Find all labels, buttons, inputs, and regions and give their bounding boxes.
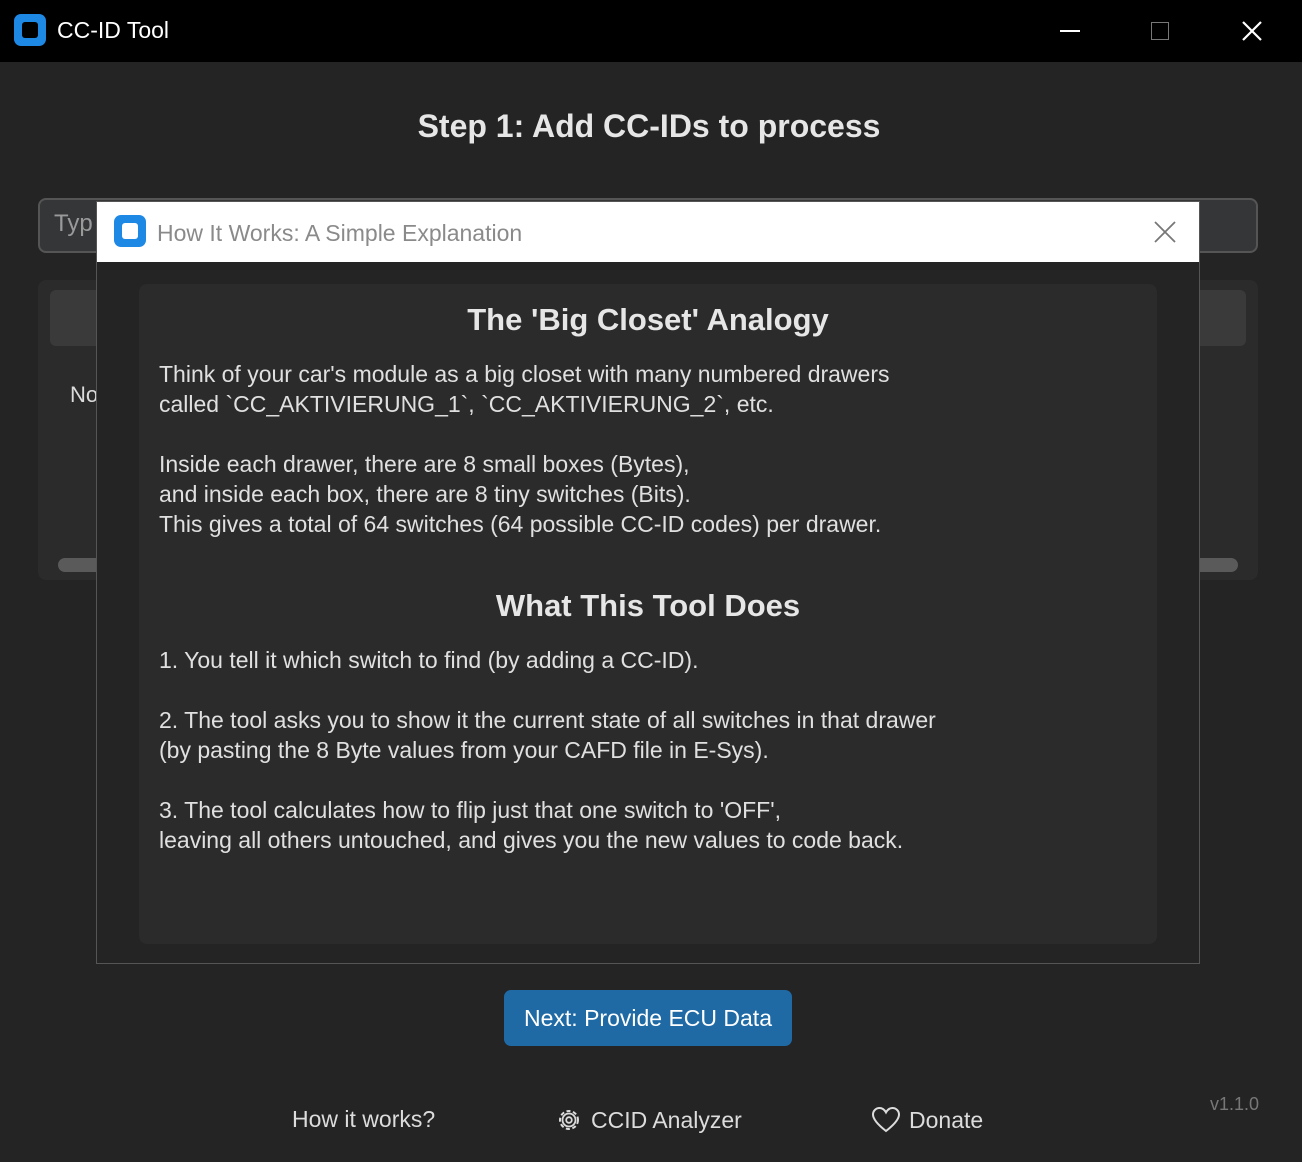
dialog-title: How It Works: A Simple Explanation xyxy=(157,220,523,246)
dialog-body: The 'Big Closet' Analogy Think of your c… xyxy=(139,284,1157,944)
how-it-works-label: How it works? xyxy=(292,1106,436,1132)
minimize-icon xyxy=(1060,30,1080,32)
window-title: CC-ID Tool xyxy=(57,17,170,43)
step-title: Step 1: Add CC-IDs to process xyxy=(417,108,881,144)
how-it-works-dialog: How It Works: A Simple Explanation The '… xyxy=(96,201,1200,964)
heading-tool-does: What This Tool Does xyxy=(495,588,801,623)
close-button[interactable] xyxy=(1207,0,1297,62)
how-it-works-link[interactable]: How it works? xyxy=(292,1106,435,1133)
step-3-text: 3. The tool calculates how to flip just … xyxy=(159,797,904,853)
list-empty-text: No xyxy=(70,382,99,407)
maximize-icon xyxy=(1151,22,1169,40)
ccid-analyzer-button[interactable]: CCID Analyzer xyxy=(555,1106,742,1134)
title-bar: CC-ID Tool xyxy=(0,0,1302,62)
next-button[interactable]: Next: Provide ECU Data xyxy=(504,990,792,1046)
donate-button[interactable]: Donate xyxy=(871,1106,983,1134)
step-2-text: 2. The tool asks you to show it the curr… xyxy=(159,707,936,763)
version-label: v1.1.0 xyxy=(1210,1094,1260,1114)
paragraph-analogy-2: Inside each drawer, there are 8 small bo… xyxy=(159,451,882,537)
donate-label: Donate xyxy=(909,1106,984,1133)
app-icon xyxy=(14,14,46,46)
minimize-button[interactable] xyxy=(1025,0,1115,62)
gear-icon xyxy=(559,1110,579,1130)
dialog-close-button[interactable] xyxy=(1149,216,1181,248)
ccid-analyzer-label: CCID Analyzer xyxy=(591,1106,742,1133)
heading-analogy: The 'Big Closet' Analogy xyxy=(467,302,829,337)
paragraph-analogy-1: Think of your car's module as a big clos… xyxy=(159,361,890,417)
dialog-app-icon xyxy=(114,215,146,247)
dialog-title-bar: How It Works: A Simple Explanation xyxy=(97,202,1199,262)
maximize-button[interactable] xyxy=(1115,0,1205,62)
step-1-text: 1. You tell it which switch to find (by … xyxy=(159,647,699,673)
close-icon xyxy=(1242,21,1262,41)
close-icon xyxy=(1154,221,1176,243)
heart-icon xyxy=(871,1106,901,1133)
